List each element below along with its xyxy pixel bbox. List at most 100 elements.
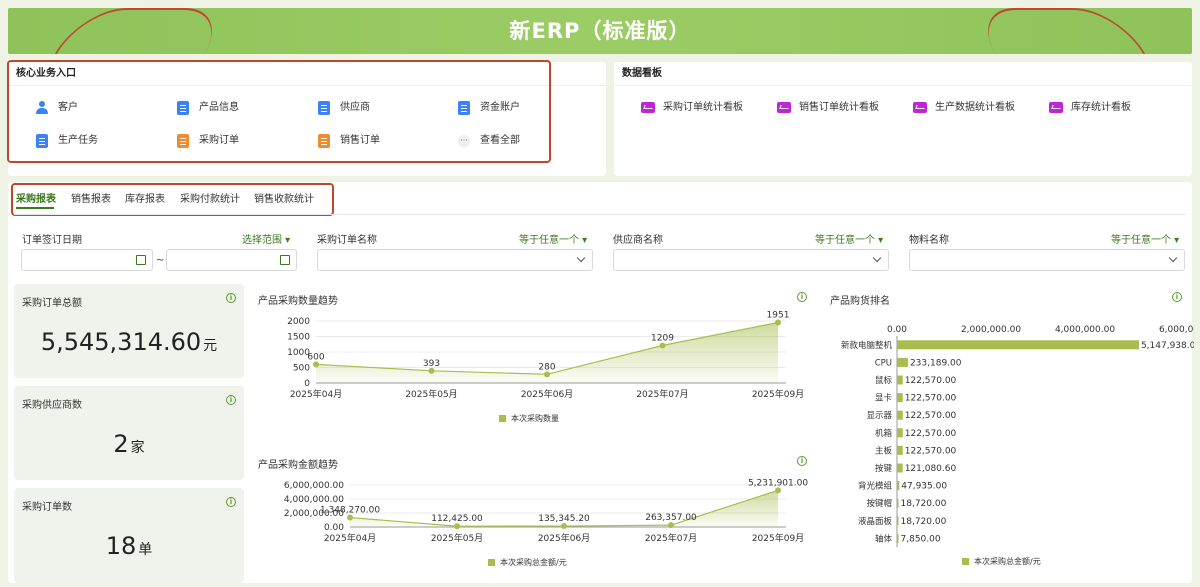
kpi-value: 2家	[113, 430, 145, 458]
x-tick-label: 4,000,000.00	[1055, 325, 1115, 335]
amount-trend-title: 产品采购金额趋势	[258, 460, 338, 471]
calendar-icon	[136, 255, 146, 265]
chevron-down-icon	[576, 253, 586, 263]
order-name-select[interactable]	[317, 249, 593, 271]
filter-order-name-operator[interactable]: 等于任意一个 ▾	[519, 231, 587, 246]
info-icon[interactable]: i	[797, 456, 807, 466]
filter-material-operator[interactable]: 等于任意一个 ▾	[1111, 231, 1179, 246]
amount-trend-chart: 6,000,000.004,000,000.002,000,000.000.00…	[284, 478, 808, 567]
order-date-end-input[interactable]	[166, 249, 297, 271]
kpi-value: 5,545,314.60 元	[40, 328, 218, 356]
bar	[897, 533, 899, 543]
tab-inventory-report[interactable]: 库存报表	[125, 190, 165, 205]
data-label: 18,720.00	[901, 499, 947, 509]
chevron-down-icon	[872, 253, 882, 263]
bar	[897, 516, 899, 526]
supplier-select[interactable]	[613, 249, 889, 271]
info-icon[interactable]: i	[226, 497, 236, 507]
tab-sales-receipt[interactable]: 销售收款统计	[254, 190, 314, 205]
bar	[897, 375, 903, 385]
tab-purchase-payment[interactable]: 采购付款统计	[180, 190, 240, 205]
data-label: 263,357.00	[645, 513, 697, 523]
data-label: 121,080.60	[905, 464, 957, 474]
y-tick-label: 轴体	[875, 533, 893, 544]
filter-supplier-operator[interactable]: 等于任意一个 ▾	[815, 231, 883, 246]
tab-sales-report[interactable]: 销售报表	[71, 190, 111, 205]
x-tick-label: 2025年06月	[521, 388, 573, 400]
x-tick-label: 6,000,00	[1159, 325, 1194, 335]
app-banner: 新ERP（标准版）	[8, 8, 1192, 54]
bar	[897, 340, 1139, 350]
y-tick-label: 显卡	[875, 393, 893, 404]
info-icon[interactable]: i	[226, 293, 236, 303]
entry-label: 客户	[58, 102, 78, 113]
document-icon	[458, 101, 470, 115]
y-tick-label: 主板	[875, 445, 893, 456]
data-label: 122,570.00	[905, 446, 957, 456]
entry-label: 供应商	[340, 102, 370, 113]
data-label: 122,570.00	[905, 429, 957, 439]
y-tick-label: 0.00	[324, 523, 344, 533]
core-entry-header: 核心业务入口	[8, 62, 606, 86]
x-tick-label: 2025年04月	[324, 532, 376, 544]
y-tick-label: 6,000,000.00	[284, 481, 344, 491]
data-label: 7,850.00	[901, 534, 941, 544]
y-tick-label: 2000	[287, 317, 310, 327]
dashboard-icon	[913, 102, 927, 113]
dashboard-icon	[777, 102, 791, 113]
filter-order-date-operator[interactable]: 选择范围 ▾	[242, 231, 290, 246]
data-label: 112,425.00	[431, 514, 483, 524]
data-label: 135,345.20	[538, 514, 590, 524]
dashboard-icon	[1049, 102, 1063, 113]
entry-label: 产品信息	[199, 102, 239, 113]
kpi-value: 18 单	[105, 532, 153, 560]
filter-material-label: 物料名称	[909, 235, 949, 246]
more-icon: ···	[458, 135, 470, 147]
data-label: 1951	[767, 311, 790, 321]
x-tick-label: 2025年09月	[752, 388, 804, 400]
user-icon	[36, 101, 48, 115]
data-label: 600	[307, 352, 324, 362]
x-tick-label: 2,000,000.00	[961, 325, 1021, 335]
y-tick-label: 1500	[287, 333, 310, 343]
dashboard-label: 生产数据统计看板	[935, 102, 1015, 113]
tab-purchase-report[interactable]: 采购报表	[16, 190, 56, 205]
info-icon[interactable]: i	[797, 292, 807, 302]
data-label: 122,570.00	[905, 376, 957, 386]
data-label: 5,147,938.00	[1141, 341, 1194, 351]
data-label: 1209	[651, 334, 674, 344]
calendar-icon	[280, 255, 290, 265]
x-tick-label: 2025年06月	[538, 532, 590, 544]
x-tick-label: 2025年05月	[405, 388, 457, 400]
kpi-total-amount-card: 采购订单总额 i 5,545,314.60 元	[14, 284, 244, 378]
y-tick-label: 4,000,000.00	[284, 495, 344, 505]
tabs-divider	[14, 214, 1186, 215]
material-select[interactable]	[909, 249, 1185, 271]
x-tick-label: 2025年07月	[645, 532, 697, 544]
info-icon[interactable]: i	[226, 395, 236, 405]
dashboard-label: 库存统计看板	[1071, 102, 1131, 113]
dashboards-header: 数据看板	[614, 62, 1192, 86]
purchase-ranking-chart: 0.00 2,000,000.00 4,000,000.00 6,000,00 新款电脑…	[841, 325, 1194, 566]
y-tick-label: 鼠标	[875, 375, 893, 386]
data-label: 18,720.00	[901, 517, 947, 527]
x-tick-label: 2025年09月	[752, 532, 804, 544]
y-tick-label: 按键	[875, 463, 893, 474]
bar	[897, 498, 899, 508]
legend-label: 本次采购总金额/元	[974, 556, 1041, 566]
x-tick-label: 2025年04月	[290, 388, 342, 400]
y-tick-label: 背光模组	[858, 481, 893, 492]
core-entry-card: 核心业务入口	[8, 62, 606, 176]
x-tick-label: 0.00	[887, 325, 907, 335]
info-icon[interactable]: i	[1172, 292, 1182, 302]
qty-trend-title: 产品采购数量趋势	[258, 296, 338, 307]
app-title: 新ERP（标准版）	[509, 19, 691, 43]
dashboards-card: 数据看板	[614, 62, 1192, 176]
order-date-start-input[interactable]	[21, 249, 153, 271]
y-tick-label: CPU	[875, 358, 892, 368]
data-label: 1,348,270.00	[320, 506, 380, 516]
x-tick-label: 2025年07月	[636, 388, 688, 400]
kpi-order-count-card: 采购订单数 i 18 单	[14, 488, 244, 583]
bar	[897, 481, 900, 491]
filter-order-name-label: 采购订单名称	[317, 235, 377, 246]
